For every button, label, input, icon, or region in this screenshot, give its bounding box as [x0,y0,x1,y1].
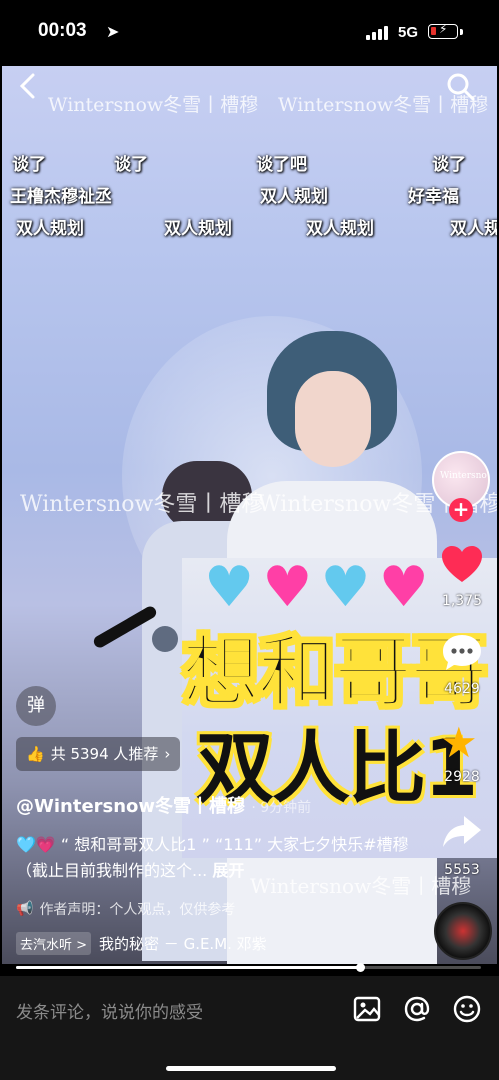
danmu-comment: 王橹杰穆祉丞 [10,187,112,207]
status-bar: 00:03 ➤ 5G ⚡ [0,0,499,66]
expand-link[interactable]: 展开 [212,861,244,880]
status-time: 00:03 [38,20,87,41]
danmaku-toggle-button[interactable]: 弹 [16,686,56,726]
recommend-label: 共 5394 人推荐 [50,745,159,763]
chevron-right-icon: › [164,745,171,763]
thumbs-up-icon: 👍 [26,745,45,763]
comment-bar: 发条评论，说说你的感受 [0,976,499,1080]
danmu-comment: 双人规划 [306,219,374,239]
progress-knob[interactable] [356,963,366,972]
video-progress-bar[interactable] [16,963,481,972]
watermark: Wintersnow冬雪丨槽穆 [20,492,264,517]
danmu-comment: 谈了 [12,155,46,175]
favorite-count: 2928 [444,769,480,785]
blue-heart-icon: ♥ [320,555,379,620]
like-button[interactable] [438,544,486,588]
author-line[interactable]: @Wintersnow冬雪丨槽穆 · 9分钟前 [16,792,311,818]
pink-heart-icon: ♥ [378,555,437,620]
danmu-comment: 好幸福 [408,187,459,207]
music-info[interactable]: 去汽水听 > 我的秘密 － G.E.M. 邓紫 [16,932,267,955]
share-icon [443,816,481,847]
video-caption[interactable]: 🩵💗 “ 想和哥哥双人比1 ” “111” 大家七夕快乐#槽穆 （截止目前我制作… [16,832,416,884]
comment-button[interactable] [438,632,486,676]
image-button[interactable] [352,994,382,1024]
video-player[interactable]: Wintersnow冬雪丨槽穆 Wintersnow冬雪丨槽穆 Wintersn… [2,66,497,964]
search-icon [447,73,475,101]
music-app-tag[interactable]: 去汽水听 > [16,932,92,955]
danmu-comment: 双人规划 [260,187,328,207]
danmu-comment: 谈了吧 [256,155,307,175]
chevron-left-icon [19,73,35,99]
danmu-comment: 双人规 [450,219,497,239]
emoji-button[interactable] [452,994,482,1024]
post-time: · 9分钟前 [251,800,312,816]
megaphone-icon: 📢 [16,901,34,917]
watermark: Wintersnow冬雪丨槽穆 [48,94,259,116]
statement-text: 作者声明：个人观点，仅供参考 [39,902,236,918]
emoji-icon [453,995,481,1023]
blue-heart-icon: ♥ [204,555,263,620]
battery-icon: ⚡ [428,22,458,39]
music-title: 我的秘密 － G.E.M. 邓紫 [99,935,267,953]
comment-input[interactable]: 发条评论，说说你的感受 [16,998,203,1023]
back-button[interactable] [18,72,36,108]
location-arrow-icon: ➤ [106,22,120,41]
search-button[interactable] [446,72,476,102]
danmu-comment: 双人规划 [164,219,232,239]
comment-count: 4629 [444,681,480,697]
author-handle[interactable]: @Wintersnow冬雪丨槽穆 [16,796,245,817]
network-type: 5G [398,24,419,41]
heart-icon [442,546,482,582]
danmu-comment: 双人规划 [16,219,84,239]
danmu-comment: 谈了 [114,155,148,175]
danmu-comment: 谈了 [432,155,466,175]
follow-button[interactable]: + [449,498,473,522]
comment-icon [443,635,481,670]
like-count: 1,375 [441,593,483,609]
author-statement: 📢 作者声明：个人观点，仅供参考 [16,899,235,919]
share-count: 5553 [444,862,480,878]
star-icon: ★ [440,718,478,767]
recommend-badge[interactable]: 👍 共 5394 人推荐 › [16,737,181,771]
progress-fill [16,966,361,969]
music-disc[interactable] [434,902,492,960]
mention-button[interactable] [402,994,432,1024]
share-button[interactable] [438,812,486,856]
image-icon [353,996,381,1022]
at-sign-icon [404,996,430,1022]
pink-heart-icon: ♥ [262,555,321,620]
hearts-row: ♥♥♥♥ [204,558,437,618]
cellular-signal-icon [366,26,388,40]
home-indicator [166,1066,336,1071]
